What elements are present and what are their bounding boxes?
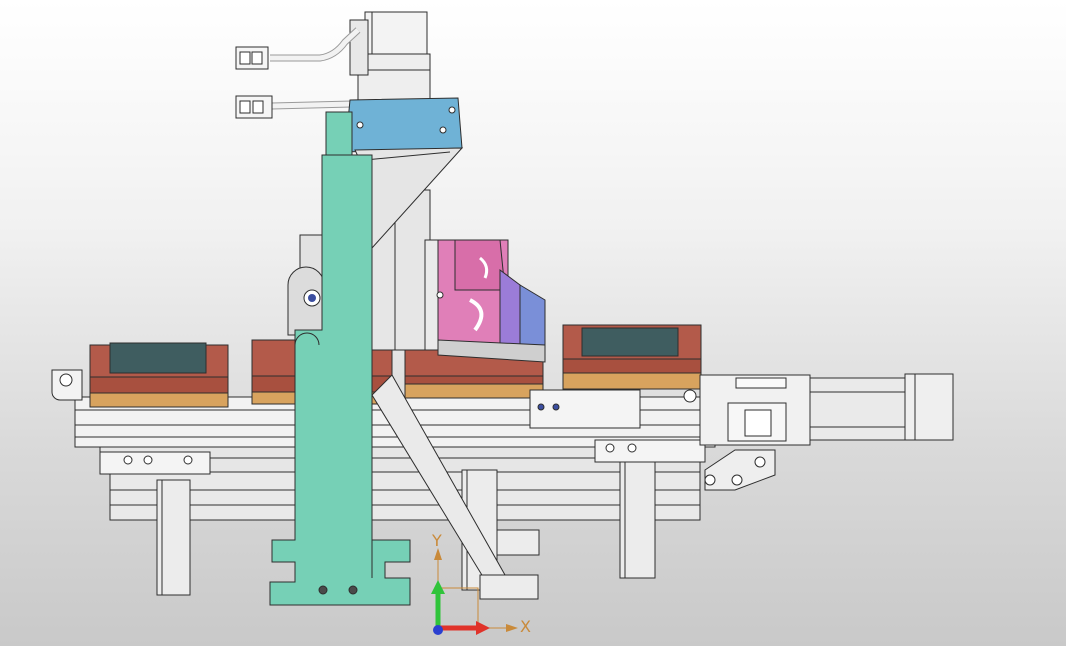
top-servo-motor[interactable] [349,11,431,105]
pink-fixture[interactable] [436,239,546,363]
cable-connector-bottom[interactable] [235,95,273,119]
pad-left[interactable] [89,342,229,408]
z-axis-dot [433,625,443,635]
motor-mount-plate[interactable] [344,97,463,153]
cable-connector-top[interactable] [235,46,269,70]
cad-model[interactable]: Y X [0,0,1066,646]
motor-cables [270,27,361,110]
x-axis-label: X [520,617,531,636]
center-carriage-block [529,389,641,429]
right-servo-motor[interactable] [683,373,954,491]
cad-viewport[interactable]: Y X [0,0,1066,646]
pad-right[interactable] [562,324,702,390]
y-axis-label: Y [431,531,442,550]
left-pneumatic-fitting [51,369,83,401]
